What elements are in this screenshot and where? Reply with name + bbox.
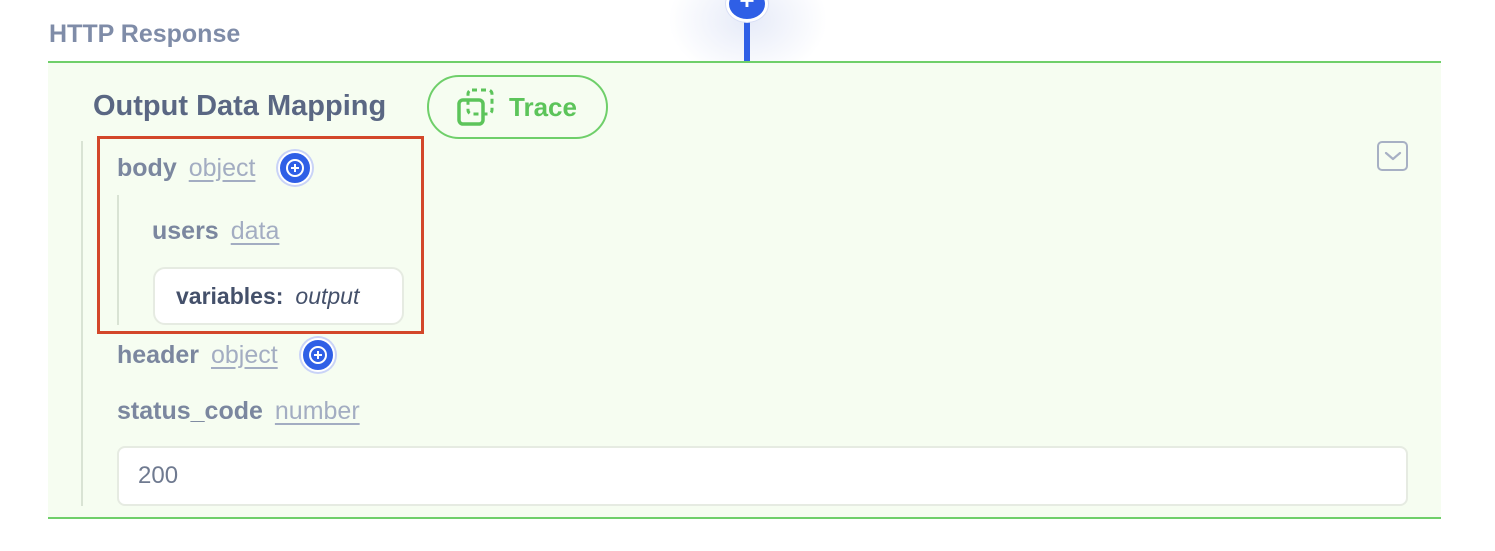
- field-status-code: status_code number: [117, 397, 360, 426]
- trace-label: Trace: [509, 91, 577, 122]
- trace-icon: [457, 88, 494, 126]
- mapping-title: Output Data Mapping: [93, 90, 387, 122]
- field-type-link[interactable]: object: [211, 341, 278, 370]
- add-field-button[interactable]: [300, 338, 335, 372]
- plus-circle-icon: [308, 346, 327, 364]
- field-header: header object: [117, 338, 335, 372]
- trace-button[interactable]: Trace: [427, 75, 608, 139]
- field-name: status_code: [117, 397, 263, 425]
- tree-guide-outer: [81, 141, 83, 506]
- status-code-input[interactable]: 200: [117, 446, 1408, 506]
- chevron-down-icon: [1384, 151, 1401, 161]
- field-type-link[interactable]: number: [275, 397, 360, 426]
- collapse-toggle[interactable]: [1377, 141, 1408, 171]
- field-name: header: [117, 340, 199, 369]
- highlight-box: [97, 136, 424, 334]
- section-title: HTTP Response: [49, 20, 241, 48]
